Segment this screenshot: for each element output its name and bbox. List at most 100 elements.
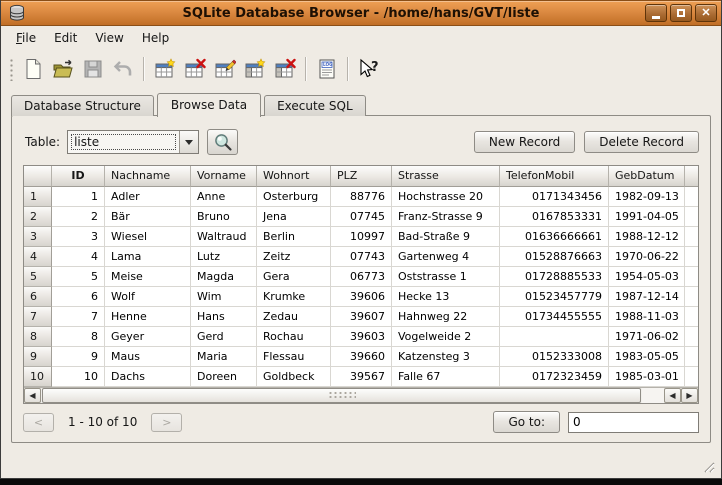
- table-select[interactable]: liste: [67, 130, 199, 154]
- table-cell[interactable]: 88776: [331, 187, 392, 207]
- table-cell[interactable]: 1987-12-14: [609, 287, 685, 307]
- row-header[interactable]: 1: [24, 187, 52, 207]
- table-cell[interactable]: 39603: [331, 327, 392, 347]
- table-cell[interactable]: 0172323459: [500, 367, 609, 387]
- table-cell[interactable]: 39567: [331, 367, 392, 387]
- scroll-left-button-2[interactable]: ◀: [664, 388, 681, 403]
- table-cell[interactable]: 0171343456: [500, 187, 609, 207]
- tab-browse-data[interactable]: Browse Data: [157, 93, 261, 117]
- search-button[interactable]: [207, 129, 238, 155]
- goto-button[interactable]: Go to:: [493, 411, 560, 433]
- table-cell[interactable]: [500, 327, 609, 347]
- table-cell[interactable]: Hans: [191, 307, 257, 327]
- row-header[interactable]: 8: [24, 327, 52, 347]
- table-cell[interactable]: 01528876663: [500, 247, 609, 267]
- row-header[interactable]: 10: [24, 367, 52, 387]
- minimize-button[interactable]: [645, 4, 667, 22]
- table-cell[interactable]: 01636666661: [500, 227, 609, 247]
- delete-table-button[interactable]: [181, 55, 209, 83]
- table-cell[interactable]: Jena: [257, 207, 331, 227]
- goto-input[interactable]: [568, 412, 699, 433]
- table-cell[interactable]: Henne: [105, 307, 191, 327]
- delete-record-button[interactable]: Delete Record: [584, 131, 699, 153]
- column-header-plz[interactable]: PLZ: [331, 166, 392, 187]
- table-cell[interactable]: Rochau: [257, 327, 331, 347]
- table-cell[interactable]: 8: [52, 327, 105, 347]
- table-cell[interactable]: 5: [52, 267, 105, 287]
- table-cell[interactable]: 07743: [331, 247, 392, 267]
- table-cell[interactable]: Anne: [191, 187, 257, 207]
- table-cell[interactable]: 01523457779: [500, 287, 609, 307]
- table-cell[interactable]: 1988-12-12: [609, 227, 685, 247]
- column-header-gebdatum[interactable]: GebDatum: [609, 166, 685, 187]
- next-page-button[interactable]: >: [151, 413, 182, 432]
- row-header[interactable]: 4: [24, 247, 52, 267]
- table-cell[interactable]: 6: [52, 287, 105, 307]
- delete-index-button[interactable]: [271, 55, 299, 83]
- table-cell[interactable]: Hecke 13: [392, 287, 500, 307]
- table-cell[interactable]: 9: [52, 347, 105, 367]
- table-cell[interactable]: Gartenweg 4: [392, 247, 500, 267]
- table-cell[interactable]: 06773: [331, 267, 392, 287]
- toolbar-drag-handle-icon[interactable]: [8, 57, 14, 81]
- column-header-wohnort[interactable]: Wohnort: [257, 166, 331, 187]
- column-header-telefonmobil[interactable]: TelefonMobil: [500, 166, 609, 187]
- scrollbar-thumb[interactable]: [42, 388, 641, 403]
- table-cell[interactable]: Katzensteg 3: [392, 347, 500, 367]
- table-cell[interactable]: 1: [52, 187, 105, 207]
- new-record-button[interactable]: New Record: [474, 131, 575, 153]
- create-table-button[interactable]: [151, 55, 179, 83]
- table-cell[interactable]: Falle 67: [392, 367, 500, 387]
- table-cell[interactable]: Wim: [191, 287, 257, 307]
- scrollbar-track[interactable]: [642, 388, 664, 403]
- table-cell[interactable]: Flessau: [257, 347, 331, 367]
- table-cell[interactable]: Bär: [105, 207, 191, 227]
- row-header[interactable]: 9: [24, 347, 52, 367]
- previous-page-button[interactable]: <: [23, 413, 54, 432]
- table-cell[interactable]: Zeitz: [257, 247, 331, 267]
- resize-grip-icon[interactable]: [701, 459, 715, 473]
- modify-table-button[interactable]: [211, 55, 239, 83]
- table-cell[interactable]: Lutz: [191, 247, 257, 267]
- table-cell[interactable]: Franz-Strasse 9: [392, 207, 500, 227]
- column-header-nachname[interactable]: Nachname: [105, 166, 191, 187]
- save-database-button[interactable]: [79, 55, 107, 83]
- open-database-button[interactable]: [49, 55, 77, 83]
- table-cell[interactable]: Wolf: [105, 287, 191, 307]
- table-cell[interactable]: Waltraud: [191, 227, 257, 247]
- table-cell[interactable]: Geyer: [105, 327, 191, 347]
- table-cell[interactable]: Dachs: [105, 367, 191, 387]
- table-cell[interactable]: 39606: [331, 287, 392, 307]
- close-button[interactable]: ✕: [695, 4, 717, 22]
- table-cell[interactable]: Berlin: [257, 227, 331, 247]
- table-cell[interactable]: Meise: [105, 267, 191, 287]
- table-cell[interactable]: Zedau: [257, 307, 331, 327]
- table-cell[interactable]: 01734455555: [500, 307, 609, 327]
- table-cell[interactable]: 1954-05-03: [609, 267, 685, 287]
- table-cell[interactable]: Goldbeck: [257, 367, 331, 387]
- table-cell[interactable]: 7: [52, 307, 105, 327]
- table-cell[interactable]: Osterburg: [257, 187, 331, 207]
- create-index-button[interactable]: [241, 55, 269, 83]
- table-cell[interactable]: Vogelweide 2: [392, 327, 500, 347]
- new-database-button[interactable]: [19, 55, 47, 83]
- table-cell[interactable]: Wiesel: [105, 227, 191, 247]
- table-cell[interactable]: 1971-06-02: [609, 327, 685, 347]
- whats-this-button[interactable]: ?: [355, 55, 383, 83]
- table-cell[interactable]: Hahnweg 22: [392, 307, 500, 327]
- table-cell[interactable]: Gera: [257, 267, 331, 287]
- table-cell[interactable]: 1982-09-13: [609, 187, 685, 207]
- table-cell[interactable]: Adler: [105, 187, 191, 207]
- column-header-corner[interactable]: [24, 166, 52, 187]
- table-cell[interactable]: 1988-11-03: [609, 307, 685, 327]
- menu-view[interactable]: View: [86, 28, 132, 48]
- revert-changes-button[interactable]: [109, 55, 137, 83]
- show-log-button[interactable]: LOG: [313, 55, 341, 83]
- table-cell[interactable]: Bad-Straße 9: [392, 227, 500, 247]
- table-cell[interactable]: 10: [52, 367, 105, 387]
- menu-file[interactable]: File: [7, 28, 45, 48]
- tab-database-structure[interactable]: Database Structure: [11, 95, 154, 116]
- horizontal-scrollbar[interactable]: ◀ ◀ ▶: [24, 387, 698, 403]
- maximize-button[interactable]: [670, 4, 692, 22]
- scroll-left-button[interactable]: ◀: [24, 388, 41, 403]
